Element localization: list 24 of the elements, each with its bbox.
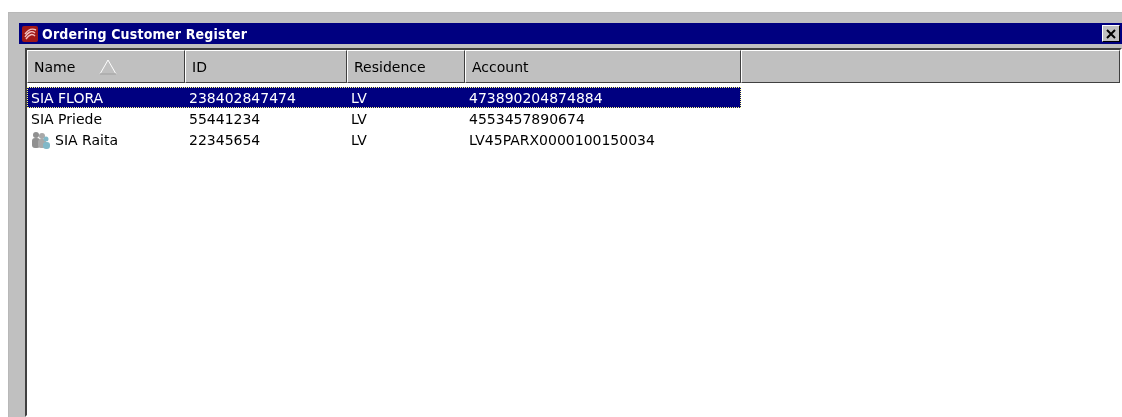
column-header[interactable]: Name	[27, 50, 185, 83]
window-title: Ordering Customer Register	[42, 25, 249, 42]
table-cell-text: 55441234	[188, 110, 262, 127]
table-cell: SIA Raita	[27, 130, 185, 149]
table-cell-text: LV	[350, 110, 368, 127]
column-header[interactable]: ID	[185, 50, 347, 83]
close-icon	[1106, 28, 1116, 39]
column-header[interactable]: Residence	[347, 50, 465, 83]
table-row[interactable]: SIA Raita 22345654 LV LV45PARX0000100150034	[27, 129, 741, 150]
table-row[interactable]: SIA Priede 55441234 LV 4553457890674	[27, 108, 741, 129]
table-cell-text: 473890204874884	[468, 89, 604, 106]
table-cell-text: SIA FLORA	[30, 89, 105, 106]
people-icon	[31, 130, 51, 149]
table-cell-text: LV	[350, 131, 368, 148]
app-logo-icon	[22, 25, 38, 42]
table-cell-text: 22345654	[188, 131, 262, 148]
close-button[interactable]	[1102, 25, 1120, 42]
table-cell-text: LV	[350, 89, 368, 106]
table-cell-text: 238402847474	[188, 89, 297, 106]
table-row[interactable]: SIA FLORA 238402847474 LV 473890204874884	[27, 87, 741, 108]
table-cell-text: 4553457890674	[468, 110, 586, 127]
column-header[interactable]: Account	[465, 50, 741, 83]
table-cell-text: SIA Priede	[30, 110, 103, 127]
table-cell-text: LV45PARX0000100150034	[468, 131, 656, 148]
